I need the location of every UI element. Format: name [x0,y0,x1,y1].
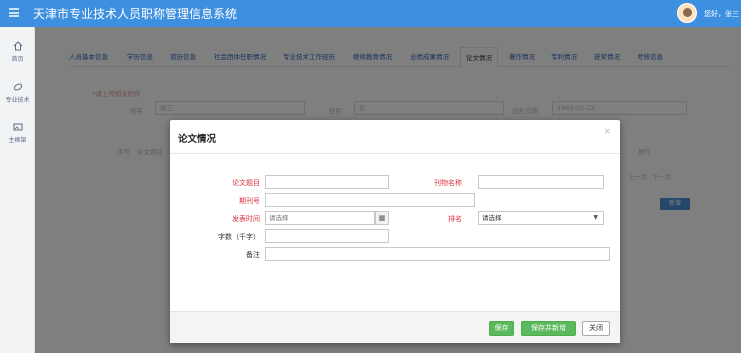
sidebar-item-label: 主框架 [8,137,27,144]
rank-selected-value: 请选择 [482,214,502,222]
word-count-input[interactable] [265,229,389,243]
dialog-footer: 保存 保存并新增 关闭 [170,311,620,343]
remark-label: 备注 [246,251,260,259]
journal-name-input[interactable] [478,175,604,189]
menu-icon[interactable] [9,8,19,17]
calendar-icon[interactable]: ▦ [375,211,389,225]
app-title: 天津市专业技术人员职称管理信息系统 [33,7,238,21]
paper-title-label: 论文题目 [232,179,260,187]
remark-input[interactable] [265,247,610,261]
sidebar-item-professional[interactable]: 专业技术 [0,82,35,104]
save-and-new-button[interactable]: 保存并新增 [521,321,576,336]
sidebar-item-home[interactable]: 首页 [0,41,35,63]
close-icon[interactable]: × [603,127,611,137]
top-bar: 天津市专业技术人员职称管理信息系统 您好，张三 [0,0,741,27]
publish-time-input[interactable] [265,211,375,225]
issue-number-label: 期刊号 [239,197,260,205]
chevron-down-icon: ▼ [593,214,598,221]
sidebar-item-label: 首页 [11,56,24,63]
dialog-title: 论文情况 [178,134,217,145]
avatar[interactable] [677,3,697,23]
home-icon [13,41,22,51]
save-button[interactable]: 保存 [489,321,514,336]
sidebar-item-main-frame[interactable]: 主框架 [0,122,35,144]
word-count-label: 字数（千字） [218,233,260,241]
sidebar: 首页 专业技术 主框架 [0,27,35,353]
dialog-header: 论文情况 × [170,120,620,154]
issue-number-input[interactable] [265,193,475,207]
leaf-icon [13,83,22,91]
rank-label: 排名 [448,215,462,223]
sidebar-item-label: 专业技术 [5,97,30,104]
user-greeting[interactable]: 您好，张三 [704,9,739,19]
rank-select[interactable]: 请选择 ▼ [478,211,604,225]
paper-title-input[interactable] [265,175,389,189]
close-button[interactable]: 关闭 [582,321,610,336]
journal-name-label: 刊物名称 [434,179,462,187]
image-icon [13,123,22,131]
paper-dialog: 论文情况 × 论文题目 刊物名称 期刊号 发表时间 ▦ 排名 请选择 ▼ 字数（… [170,120,620,343]
publish-time-label: 发表时间 [232,215,260,223]
